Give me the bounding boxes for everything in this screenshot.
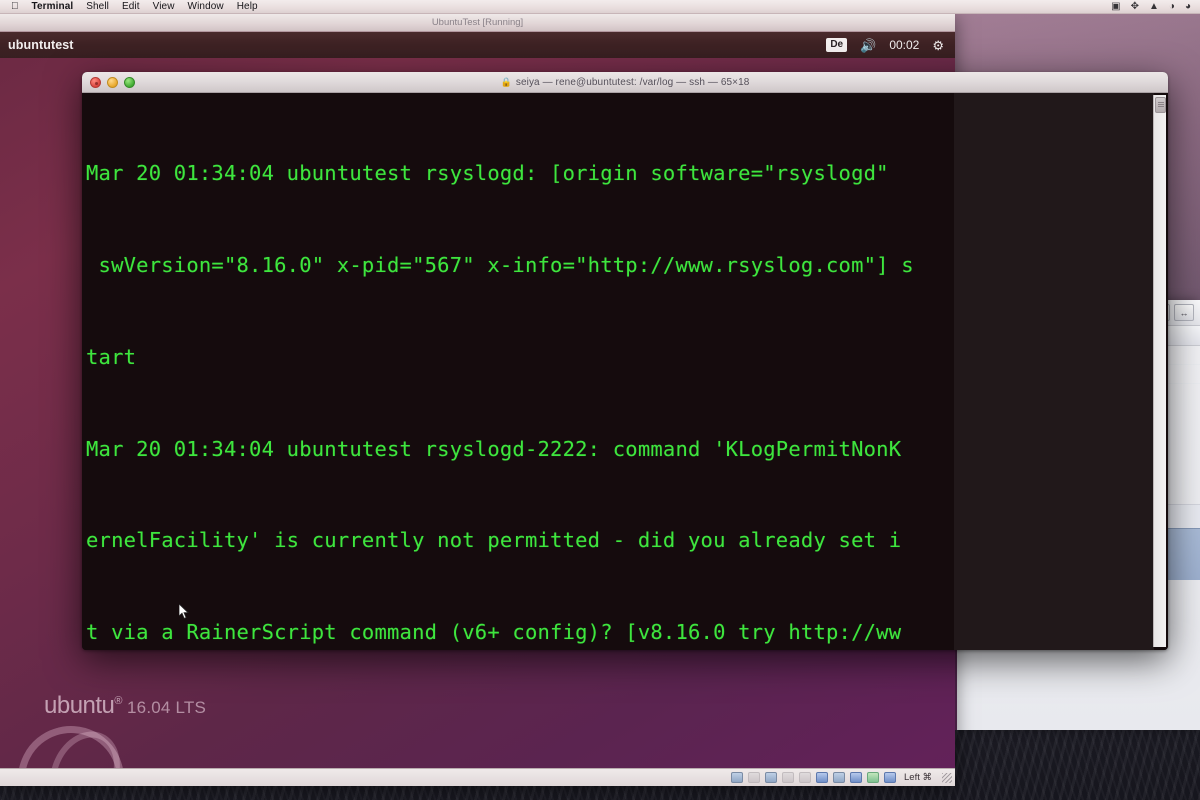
network-indicator-icon[interactable] xyxy=(833,772,845,783)
display-indicator-icon[interactable] xyxy=(816,772,828,783)
terminal-title: 🔒 seiya — rene@ubuntutest: /var/log — ss… xyxy=(501,77,750,88)
volume-icon[interactable]: 🔊 xyxy=(860,39,876,52)
terminal-window[interactable]: 🔒 seiya — rene@ubuntutest: /var/log — ss… xyxy=(82,72,1168,650)
terminal-line: t via a RainerScript command (v6+ config… xyxy=(86,620,902,645)
dropbox-icon[interactable]: ✥ xyxy=(1131,1,1139,12)
virtualbox-window-title: UbuntuTest [Running] xyxy=(431,17,524,28)
shared-folder-indicator-icon[interactable] xyxy=(799,772,811,783)
screen-recording-icon[interactable]: ▣ xyxy=(1111,1,1120,12)
keyboard-layout-indicator[interactable]: De xyxy=(826,38,848,52)
menu-item-view[interactable]: View xyxy=(153,1,175,12)
resize-grip[interactable] xyxy=(942,772,952,783)
ubuntu-wordmark-text: ubuntu xyxy=(44,692,115,719)
ubuntu-version-label: 16.04 LTS xyxy=(127,698,206,717)
usb-indicator-icon[interactable] xyxy=(782,772,794,783)
optical-disk-indicator-icon[interactable] xyxy=(748,772,760,783)
terminal-title-bar[interactable]: 🔒 seiya — rene@ubuntutest: /var/log — ss… xyxy=(82,72,1168,93)
terminal-scrollbar-thumb[interactable] xyxy=(1155,97,1166,113)
menu-item-help[interactable]: Help xyxy=(237,1,258,12)
minimize-button[interactable] xyxy=(107,77,118,88)
ubuntu-panel-indicator-tray: De 🔊 00:02 ⚙ xyxy=(826,38,944,52)
ubuntu-top-panel: ubuntutest De 🔊 00:02 ⚙ xyxy=(0,32,955,58)
terminal-line: tart xyxy=(86,344,137,369)
video-capture-indicator-icon[interactable] xyxy=(850,772,862,783)
hard-disk-indicator-icon[interactable] xyxy=(731,772,743,783)
clock-indicator[interactable]: 00:02 xyxy=(889,38,919,52)
lock-icon: 🔒 xyxy=(500,76,512,87)
terminal-line: ernelFacility' is currently not permitte… xyxy=(86,528,902,553)
refresh-button[interactable]: ↔ xyxy=(1174,304,1194,321)
menu-item-terminal[interactable]: Terminal xyxy=(32,1,74,12)
mouse-integration-indicator-icon[interactable] xyxy=(867,772,879,783)
terminal-line: Mar 20 01:34:04 ubuntutest rsyslogd-2222… xyxy=(86,436,902,461)
terminal-text-content: Mar 20 01:34:04 ubuntutest rsyslogd: [or… xyxy=(86,97,1168,650)
terminal-title-text: seiya — rene@ubuntutest: /var/log — ssh … xyxy=(515,76,750,88)
power-icon[interactable]: ◑ xyxy=(1169,1,1175,12)
host-key-label: Left ⌘ xyxy=(904,772,932,783)
terminal-scrollbar[interactable] xyxy=(1153,95,1166,647)
menu-item-edit[interactable]: Edit xyxy=(122,1,140,12)
terminal-output-area[interactable]: Mar 20 01:34:04 ubuntutest rsyslogd: [or… xyxy=(82,93,1168,650)
floppy-indicator-icon[interactable] xyxy=(765,772,777,783)
virtualbox-device-indicators xyxy=(731,772,896,783)
menu-bar-status-icons: ▣ ✥ ▲ ◑ ◕ xyxy=(1111,1,1191,12)
terminal-line: Mar 20 01:34:04 ubuntutest rsyslogd: [or… xyxy=(86,161,889,186)
keyboard-indicator-icon[interactable] xyxy=(884,772,896,783)
menu-item-shell[interactable]: Shell xyxy=(86,1,109,12)
terminal-window-controls xyxy=(90,77,135,88)
virtualbox-status-bar: Left ⌘ xyxy=(0,768,955,786)
zoom-button[interactable] xyxy=(124,77,135,88)
terminal-line: swVersion="8.16.0" x-pid="567" x-info="h… xyxy=(86,252,914,277)
macos-menu-bar:  Terminal Shell Edit View Window Help ▣… xyxy=(0,0,1200,14)
spotlight-icon[interactable]: ◕ xyxy=(1185,1,1191,12)
ubuntu-wordmark: ubuntu® 16.04 LTS xyxy=(44,692,206,720)
registered-trademark-icon: ® xyxy=(114,695,123,707)
apple-logo-icon[interactable]:  xyxy=(11,1,19,12)
ubuntu-panel-app-name[interactable]: ubuntutest xyxy=(8,38,74,52)
virtualbox-title-bar[interactable]: UbuntuTest [Running] xyxy=(0,14,955,32)
close-button[interactable] xyxy=(90,77,101,88)
menu-item-window[interactable]: Window xyxy=(188,1,224,12)
cloud-sync-icon[interactable]: ▲ xyxy=(1149,1,1159,12)
gear-icon[interactable]: ⚙ xyxy=(932,39,944,52)
